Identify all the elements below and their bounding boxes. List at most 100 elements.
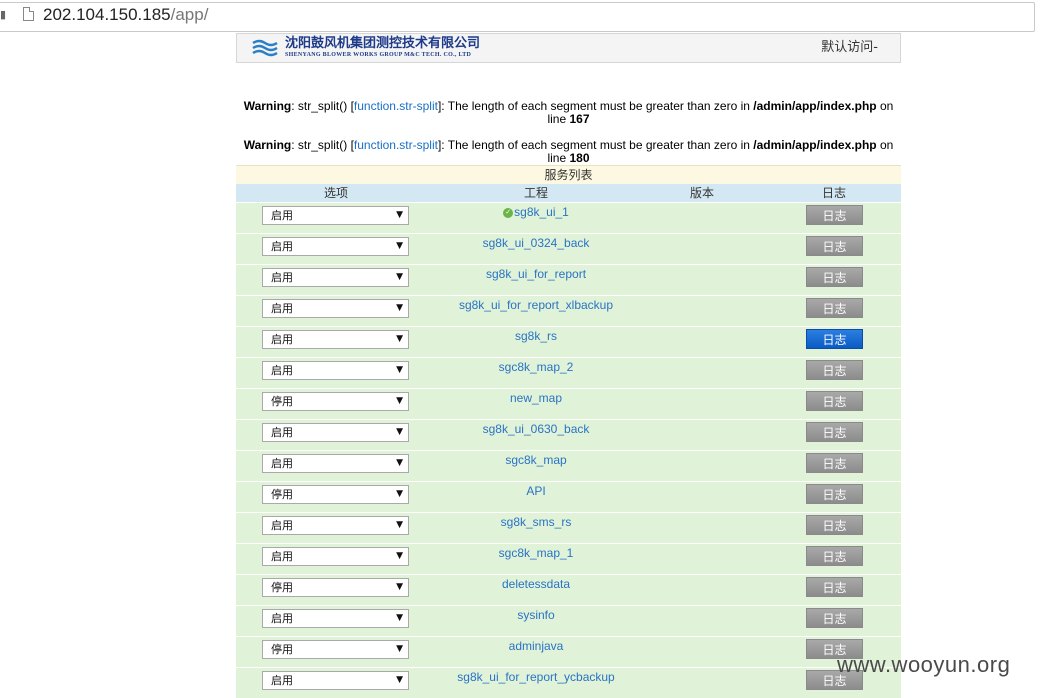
option-select-value: 启用 (271, 209, 293, 222)
warning-link[interactable]: function.str-split (354, 138, 438, 152)
log-button[interactable]: 日志 (806, 453, 863, 473)
service-table: 服务列表 选项 工程 版本 日志 启用 ▼ ✓ sg8k_ui_1 日志 启用 ▼ sg8k_… (236, 165, 901, 698)
project-link[interactable]: sgc8k_map (386, 453, 686, 467)
table-row: 启用 ▼ sg8k_rs 日志 (236, 326, 901, 357)
log-button[interactable]: 日志 (806, 546, 863, 566)
warning-label: Warning (243, 138, 292, 152)
address-bar: ▮ 202.104.150.185/app/ (0, 0, 1042, 33)
company-logo-icon (252, 39, 278, 57)
status-ok-icon: ✓ (503, 207, 514, 218)
site-header: 沈阳鼓风机集团测控技术有限公司 SHENYANG BLOWER WORKS GR… (236, 33, 901, 63)
table-row: 停用 ▼ adminjava 日志 (236, 636, 901, 667)
warning-message: ]: The length of each segment must be gr… (437, 99, 754, 113)
project-link[interactable]: sgc8k_map_1 (386, 546, 686, 560)
warning-func: : str_split() [ (291, 138, 354, 152)
option-select-value: 启用 (271, 240, 293, 253)
table-row: 启用 ▼ sgc8k_map 日志 (236, 450, 901, 481)
project-name: sg8k_ui_1 (514, 205, 569, 219)
project-link[interactable]: sysinfo (386, 608, 686, 622)
project-name: sg8k_ui_0630_back (482, 422, 590, 436)
option-select-value: 启用 (271, 457, 293, 470)
table-row: 停用 ▼ API 日志 (236, 481, 901, 512)
table-row: 启用 ▼ sg8k_ui_0630_back 日志 (236, 419, 901, 450)
project-link[interactable]: sg8k_ui_for_report (386, 267, 686, 281)
header-project: 工程 (523, 186, 548, 200)
project-link[interactable]: adminjava (386, 639, 686, 653)
log-button[interactable]: 日志 (806, 360, 863, 380)
project-name: API (526, 484, 546, 498)
project-link[interactable]: sg8k_sms_rs (386, 515, 686, 529)
warning-on: on (876, 99, 894, 113)
warning-link[interactable]: function.str-split (354, 99, 438, 113)
table-row: 启用 ▼ sg8k_ui_0324_back 日志 (236, 233, 901, 264)
warning-line-number: 180 (569, 151, 590, 165)
project-name: new_map (509, 391, 563, 405)
table-body: 启用 ▼ ✓ sg8k_ui_1 日志 启用 ▼ sg8k_ui_0324_back 日志 启用 ▼… (236, 202, 901, 698)
warning-message: ]: The length of each segment must be gr… (437, 138, 754, 152)
option-select-value: 启用 (271, 550, 293, 563)
project-name: sgc8k_map_1 (498, 546, 574, 560)
log-button[interactable]: 日志 (806, 298, 863, 318)
warning-file: /admin/app/index.php (753, 138, 877, 152)
table-row: 停用 ▼ new_map 日志 (236, 388, 901, 419)
url-text[interactable]: 202.104.150.185/app/ (43, 4, 208, 26)
bookmark-icon[interactable]: ▮ (0, 9, 6, 21)
warning-on: on (876, 138, 894, 152)
php-warning: Warning: str_split() [function.str-split… (236, 100, 901, 126)
table-row: 启用 ▼ sg8k_ui_for_report_xlbackup 日志 (236, 295, 901, 326)
log-button[interactable]: 日志 (806, 577, 863, 597)
project-link[interactable]: sg8k_ui_for_report_ycbackup (386, 670, 686, 684)
log-button[interactable]: 日志 (806, 205, 863, 225)
watermark: www.wooyun.org (837, 652, 1011, 677)
project-link[interactable]: sg8k_rs (386, 329, 686, 343)
project-name: sg8k_ui_for_report_ycbackup (457, 670, 615, 684)
project-link[interactable]: sgc8k_map_2 (386, 360, 686, 374)
table-row: 停用 ▼ deletessdata 日志 (236, 574, 901, 605)
log-button[interactable]: 日志 (806, 236, 863, 256)
project-link[interactable]: sg8k_ui_for_report_xlbackup (386, 298, 686, 312)
option-select-value: 启用 (271, 302, 293, 315)
project-name: sgc8k_map_2 (498, 360, 574, 374)
warning-line-word: line (547, 151, 570, 165)
option-select-value: 停用 (271, 581, 293, 594)
project-link[interactable]: sg8k_ui_0324_back (386, 236, 686, 250)
user-menu[interactable]: 默认访问- (821, 40, 878, 56)
log-button[interactable]: 日志 (806, 422, 863, 442)
php-warning: Warning: str_split() [function.str-split… (236, 139, 901, 165)
log-button[interactable]: 日志 (806, 515, 863, 535)
log-button[interactable]: 日志 (806, 484, 863, 504)
warning-label: Warning (243, 99, 292, 113)
header-log: 日志 (821, 186, 846, 200)
table-row: 启用 ▼ sg8k_ui_for_report 日志 (236, 264, 901, 295)
project-link[interactable]: ✓ sg8k_ui_1 (386, 205, 686, 219)
project-name: sg8k_rs (514, 329, 558, 343)
table-row: 启用 ▼ sysinfo 日志 (236, 605, 901, 636)
option-select-value: 启用 (271, 674, 293, 687)
project-name: sgc8k_map (505, 453, 567, 467)
project-link[interactable]: sg8k_ui_0630_back (386, 422, 686, 436)
project-link[interactable]: new_map (386, 391, 686, 405)
warning-file: /admin/app/index.php (753, 99, 877, 113)
log-button[interactable]: 日志 (806, 267, 863, 287)
header-option: 选项 (323, 186, 348, 200)
table-title: 服务列表 (236, 165, 901, 184)
project-name: sg8k_ui_for_report (485, 267, 587, 281)
project-name: sg8k_sms_rs (500, 515, 572, 529)
table-row: 启用 ▼ sgc8k_map_2 日志 (236, 357, 901, 388)
warning-func: : str_split() [ (291, 99, 354, 113)
option-select-value: 启用 (271, 271, 293, 284)
option-select-value: 启用 (271, 612, 293, 625)
project-name: sg8k_ui_for_report_xlbackup (458, 298, 614, 312)
table-header: 选项 工程 版本 日志 (236, 184, 901, 202)
project-link[interactable]: deletessdata (386, 577, 686, 591)
log-button[interactable]: 日志 (806, 329, 863, 349)
url-path: /app/ (170, 5, 209, 24)
log-button[interactable]: 日志 (806, 391, 863, 411)
url-host: 202.104.150.185 (43, 5, 171, 24)
log-button[interactable]: 日志 (806, 608, 863, 628)
project-name: adminjava (508, 639, 564, 653)
project-name: sg8k_ui_0324_back (482, 236, 590, 250)
option-select-value: 停用 (271, 643, 293, 656)
option-select-value: 启用 (271, 364, 293, 377)
project-link[interactable]: API (386, 484, 686, 498)
